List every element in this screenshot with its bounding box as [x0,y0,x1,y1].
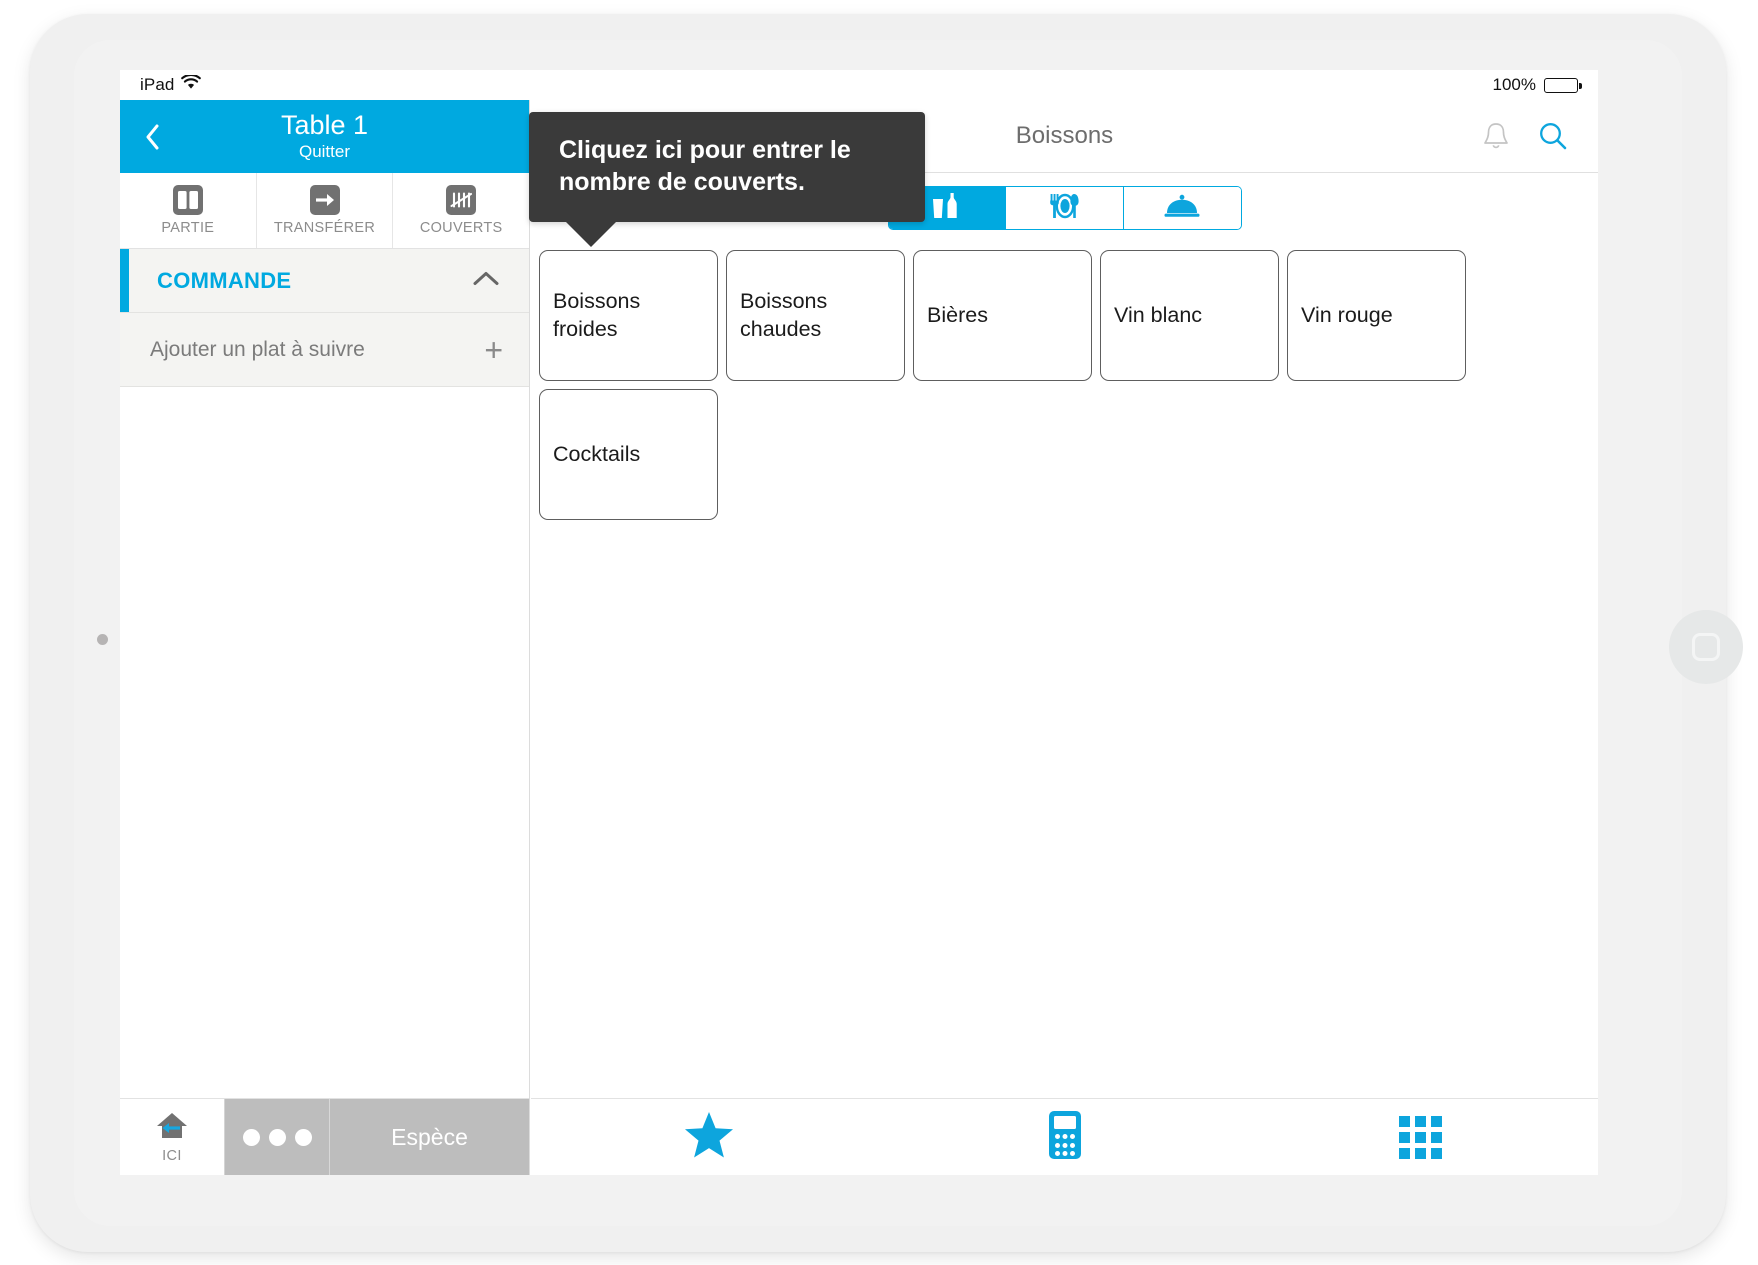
status-bar-left: iPad [140,73,202,95]
add-dish-label: Ajouter un plat à suivre [150,337,365,361]
home-arrow-icon [154,1111,190,1146]
ici-label: ICI [162,1147,182,1164]
category-card[interactable]: Cocktails [539,389,718,520]
cloche-dish-cover-icon [1162,192,1202,225]
order-panel: Table 1 Quitter PARTIE TRANSFÉRER COUVER… [120,100,530,1175]
ipad-screen: iPad 100% Table 1 Quitter PARTIE TRANSFÉ… [120,70,1598,1175]
partie-label: PARTIE [161,220,215,236]
onboarding-tooltip[interactable]: Cliquez ici pour entrer le nombre de cou… [529,112,925,247]
home-button[interactable] [1669,610,1743,684]
status-bar-right: 100% [1492,75,1582,95]
front-camera-dot [97,634,108,645]
category-label: Boissons chaudes [740,288,828,341]
tab-all-products[interactable] [1242,1099,1598,1175]
menu-title: Boissons [1015,122,1114,149]
commande-label: COMMANDE [157,267,292,293]
ici-button[interactable]: ICI [120,1099,225,1175]
device-name-label: iPad [140,75,175,94]
category-label: Vin rouge [1301,302,1393,327]
tally-marks-icon [446,185,477,215]
bell-icon[interactable] [1482,121,1510,151]
commande-accent-bar [120,249,129,312]
order-panel-bottom-bar: ICI Espèce [120,1098,529,1175]
wifi-icon [181,73,202,95]
couverts-label: COUVERTS [419,220,503,236]
category-label: Boissons froides [553,288,641,341]
tab-favorites[interactable] [531,1099,887,1175]
category-card[interactable]: Vin rouge [1287,250,1466,381]
category-grid: Boissons froides Boissons chaudes Bières… [531,250,1598,520]
payment-label: Espèce [391,1123,468,1150]
payment-cash-button[interactable]: Espèce [330,1099,529,1175]
category-label: Cocktails [553,441,641,466]
partie-button[interactable]: PARTIE [120,173,257,248]
category-card[interactable]: Boissons froides [539,250,718,381]
ios-status-bar: iPad 100% [120,70,1598,100]
chevron-up-icon[interactable] [473,270,499,291]
transferer-button[interactable]: TRANSFÉRER [256,173,394,248]
menu-bottom-tab-bar [531,1098,1598,1175]
page-title: Table 1 [280,110,369,141]
category-label: Bières [927,302,988,327]
ellipsis-icon [242,1128,260,1146]
table-header-bar: Table 1 Quitter [120,100,529,173]
menu-type-segmented-control [887,186,1242,230]
cutlery-plate-icon [1045,191,1085,226]
battery-percent-label: 100% [1492,75,1536,94]
ellipsis-dot [294,1128,312,1146]
category-card[interactable]: Boissons chaudes [726,250,905,381]
menu-panel: Boissons Boissons froides Boissons chaud… [531,100,1598,1175]
ellipsis-dot [268,1128,286,1146]
star-icon [683,1110,735,1165]
menu-header-icons [1482,121,1568,151]
segment-dishes[interactable] [1123,187,1241,229]
category-label: Vin blanc [1114,302,1203,327]
tooltip-arrow [565,221,617,247]
calculator-icon [1045,1109,1085,1166]
order-items-list [120,387,529,992]
transferer-label: TRANSFÉRER [273,220,376,236]
category-card[interactable]: Bières [913,250,1092,381]
more-options-button[interactable] [225,1099,330,1175]
grid-apps-icon [1398,1115,1442,1159]
plus-icon[interactable]: + [484,334,503,366]
table-header-text: Table 1 Quitter [281,111,368,161]
back-chevron-icon[interactable] [142,124,164,150]
segment-food[interactable] [1006,187,1124,229]
couverts-button[interactable]: COUVERTS [393,173,530,248]
quit-link[interactable]: Quitter [281,142,368,162]
tab-keypad[interactable] [887,1099,1243,1175]
arrow-right-icon [309,185,340,215]
add-dish-row[interactable]: Ajouter un plat à suivre + [120,313,529,387]
search-icon[interactable] [1538,121,1568,151]
drinks-bottle-glass-icon [928,191,966,226]
category-card[interactable]: Vin blanc [1100,250,1279,381]
home-button-square-icon [1692,633,1720,661]
split-columns-icon [172,185,203,215]
tooltip-text: Cliquez ici pour entrer le nombre de cou… [559,136,851,196]
order-action-toolbar: PARTIE TRANSFÉRER COUVERTS [120,173,530,249]
battery-icon [1544,77,1582,93]
commande-section-header[interactable]: COMMANDE [120,249,529,313]
